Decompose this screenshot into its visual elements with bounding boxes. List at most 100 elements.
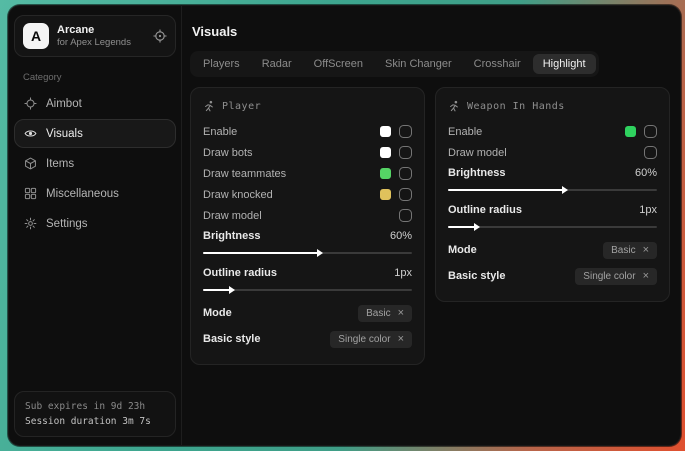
runner-icon [448,100,460,112]
panel-header: Player [203,100,412,112]
slider-thumb[interactable] [474,223,480,231]
app-window: A Arcane for Apex Legends Category Aimbo… [8,5,681,446]
main-content: Visuals PlayersRadarOffScreenSkin Change… [182,6,681,445]
checkbox-enable[interactable] [644,125,657,138]
checkbox-draw-bots[interactable] [399,146,412,159]
sidebar: A Arcane for Apex Legends Category Aimbo… [9,6,182,445]
tab-players[interactable]: Players [193,54,250,74]
checkbox-draw-knocked[interactable] [399,188,412,201]
sidebar-nav: Aimbot Visuals Items Miscellaneous Settings [14,89,176,239]
slider-fill [448,226,475,228]
setting-label: Basic style [448,270,505,282]
setting-label: Mode [203,307,232,319]
setting-label: Draw knocked [203,189,273,201]
chip-basic[interactable]: Basic × [603,242,657,259]
page-title: Visuals [192,24,670,39]
slider-fill [203,252,318,254]
items-icon [24,157,37,170]
slider-outline-radius[interactable] [448,226,657,228]
tab-highlight[interactable]: Highlight [533,54,596,74]
setting-row-enable: Enable [448,121,657,142]
sidebar-item-items[interactable]: Items [14,149,176,178]
tab-crosshair[interactable]: Crosshair [464,54,531,74]
setting-label: Enable [448,126,482,138]
setting-row-mode: Mode Basic × [203,300,412,326]
slider-value: 1px [639,204,657,216]
chip-basic[interactable]: Basic × [358,305,412,322]
chip-remove-icon[interactable]: × [643,245,649,255]
setting-label: Basic style [203,333,260,345]
sidebar-item-miscellaneous[interactable]: Miscellaneous [14,179,176,208]
color-swatch[interactable] [380,189,391,200]
aimbot-icon [24,97,37,110]
checkbox-draw-teammates[interactable] [399,167,412,180]
category-label: Category [23,72,167,83]
chip-remove-icon[interactable]: × [643,271,649,281]
chip-remove-icon[interactable]: × [398,334,404,344]
color-swatch[interactable] [625,126,636,137]
checkbox-enable[interactable] [399,125,412,138]
slider-outline-radius[interactable] [203,289,412,291]
setting-row-mode: Mode Basic × [448,237,657,263]
app-header-card: A Arcane for Apex Legends [14,15,176,57]
setting-label: Brightness [448,167,505,179]
app-meta: Arcane for Apex Legends [57,24,131,48]
color-swatch[interactable] [380,126,391,137]
chip-label: Single color [338,334,390,345]
color-swatch[interactable] [380,168,391,179]
setting-label: Mode [448,244,477,256]
setting-row-draw-bots: Draw bots [203,142,412,163]
crosshair-icon[interactable] [153,29,167,43]
tab-radar[interactable]: Radar [252,54,302,74]
chip-label: Basic [366,308,390,319]
color-swatch[interactable] [380,147,391,158]
setting-row-draw-knocked: Draw knocked [203,184,412,205]
chip-single-color[interactable]: Single color× [575,268,657,285]
visuals-icon [24,127,37,140]
tab-bar: PlayersRadarOffScreenSkin ChangerCrossha… [190,51,599,77]
slider-thumb[interactable] [317,249,323,257]
setting-row-outline-radius: Outline radius1px [203,263,412,283]
sidebar-item-label: Aimbot [46,98,82,110]
sidebar-item-label: Items [46,158,74,170]
runner-icon [203,100,215,112]
setting-row-draw-teammates: Draw teammates [203,163,412,184]
session-duration-text: Session duration 3m 7s [25,414,165,429]
sidebar-item-label: Miscellaneous [46,188,119,200]
checkbox-draw-model[interactable] [644,146,657,159]
chip-single-color[interactable]: Single color × [330,331,412,348]
panel-player: Player Enable Draw bots Draw teammates Draw … [190,87,425,365]
setting-row-brightness: Brightness60% [203,226,412,246]
panels-container: Player Enable Draw bots Draw teammates Draw … [190,87,670,365]
checkbox-draw-model[interactable] [399,209,412,222]
setting-row-basic-style: Basic style Single color× [448,263,657,289]
app-subtitle: for Apex Legends [57,37,131,48]
sub-expiry-text: Sub expires in 9d 23h [25,399,165,414]
slider-brightness[interactable] [448,189,657,191]
setting-row-outline-radius: Outline radius1px [448,200,657,220]
slider-thumb[interactable] [562,186,568,194]
tab-skin-changer[interactable]: Skin Changer [375,54,462,74]
setting-label: Draw model [448,147,507,159]
setting-label: Draw bots [203,147,253,159]
slider-brightness[interactable] [203,252,412,254]
sidebar-item-settings[interactable]: Settings [14,209,176,238]
chip-remove-icon[interactable]: × [398,308,404,318]
panel-title: Player [222,101,261,112]
miscellaneous-icon [24,187,37,200]
setting-row-draw-model: Draw model [203,205,412,226]
sidebar-item-label: Visuals [46,128,83,140]
setting-row-enable: Enable [203,121,412,142]
slider-fill [203,289,230,291]
setting-label: Enable [203,126,237,138]
tab-offscreen[interactable]: OffScreen [304,54,373,74]
chip-label: Basic [611,245,635,256]
setting-label: Brightness [203,230,260,242]
sidebar-item-visuals[interactable]: Visuals [14,119,176,148]
slider-thumb[interactable] [229,286,235,294]
slider-value: 60% [635,167,657,179]
sidebar-item-aimbot[interactable]: Aimbot [14,89,176,118]
slider-fill [448,189,563,191]
setting-label: Draw teammates [203,168,286,180]
app-logo: A [23,23,49,49]
